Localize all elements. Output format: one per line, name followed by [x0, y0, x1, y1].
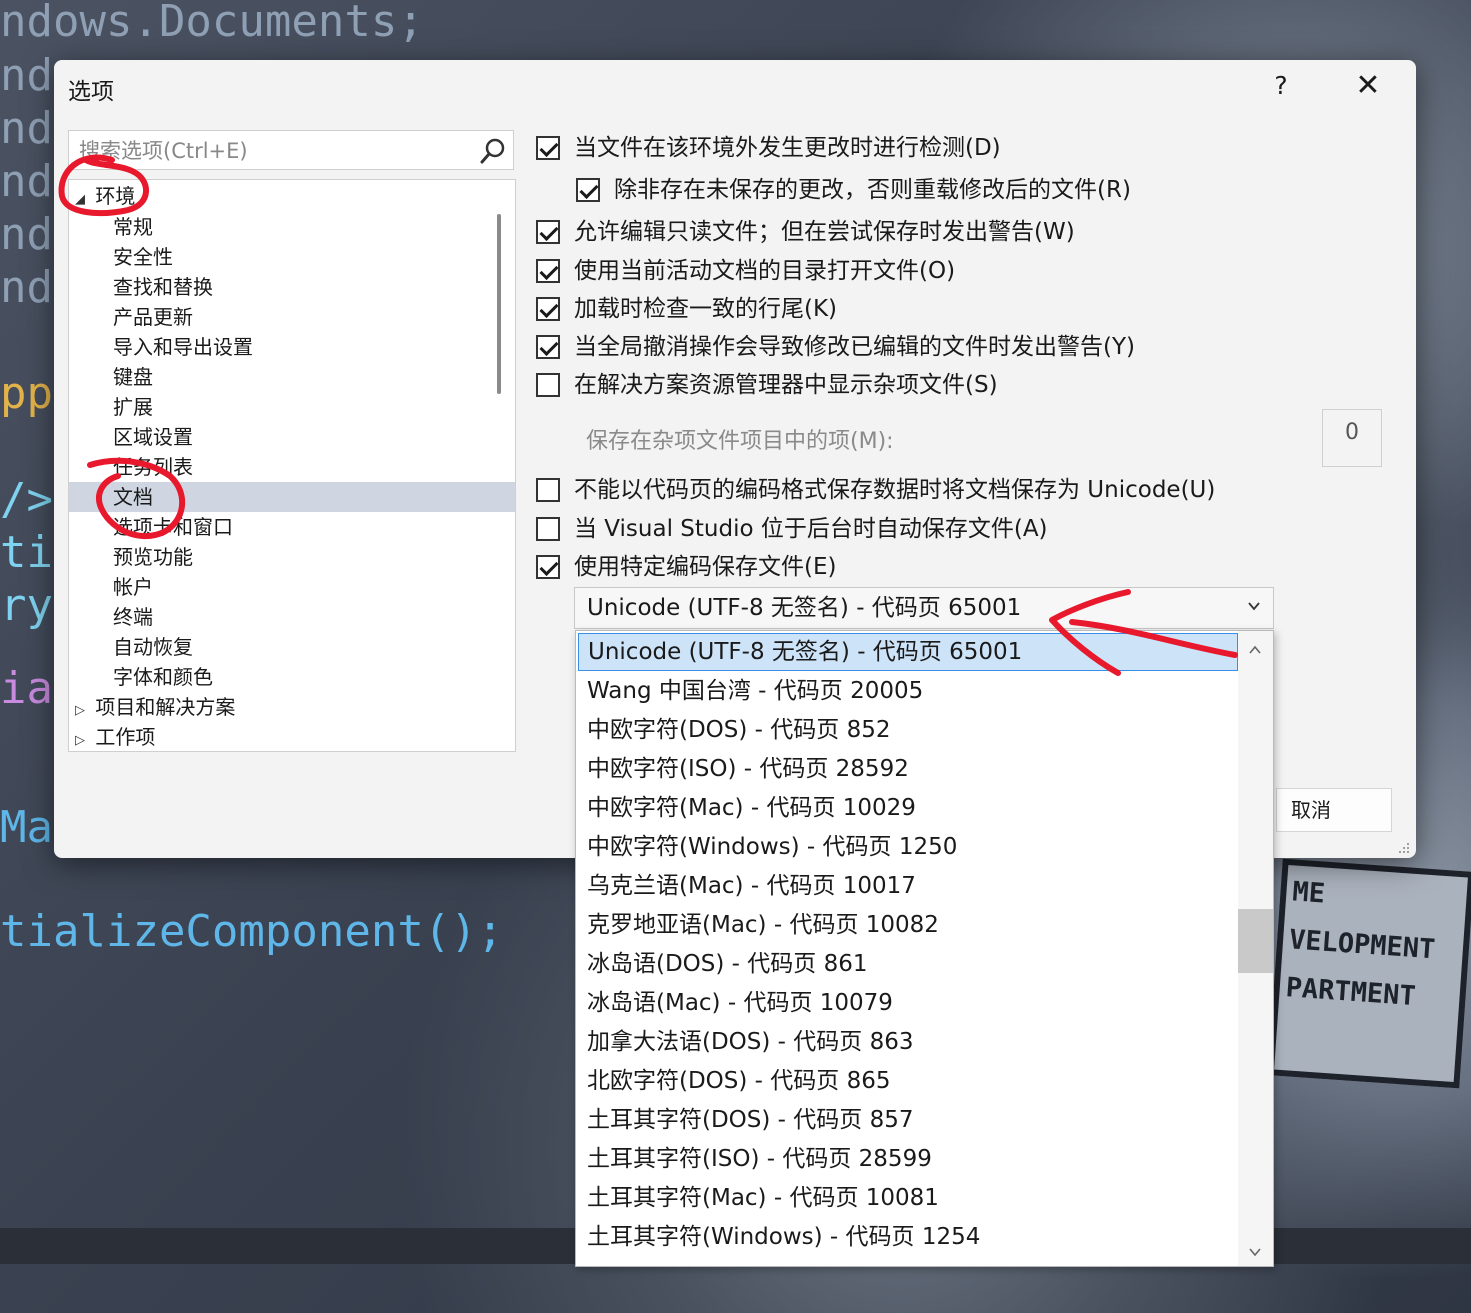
- collapse-icon[interactable]: ◢: [75, 185, 89, 215]
- tree-item[interactable]: 任务列表: [69, 452, 515, 482]
- search-input[interactable]: [69, 131, 481, 171]
- close-button[interactable]: ✕: [1350, 66, 1386, 106]
- checkbox[interactable]: [536, 220, 560, 244]
- option-label: 在解决方案资源管理器中显示杂项文件(S): [574, 372, 998, 398]
- dropdown-scrollbar[interactable]: [1238, 631, 1273, 1266]
- option-label: 除非存在未保存的更改，否则重载修改后的文件(R): [614, 177, 1131, 203]
- tree-item[interactable]: 键盘: [69, 362, 515, 392]
- encoding-option[interactable]: 乌克兰语(Mac) - 代码页 10017: [578, 867, 1238, 905]
- tree-item[interactable]: 查找和替换: [69, 272, 515, 302]
- dialog-title: 选项: [68, 79, 114, 105]
- tree-node-label: 工作项: [95, 725, 156, 749]
- tree-item[interactable]: 预览功能: [69, 542, 515, 572]
- encoding-option[interactable]: 冰岛语(DOS) - 代码页 861: [578, 945, 1238, 983]
- poster-text: PARTMENT: [1284, 972, 1417, 1013]
- tree-item[interactable]: 自动恢复: [69, 632, 515, 662]
- encoding-option[interactable]: 克罗地亚语(Mac) - 代码页 10082: [578, 906, 1238, 944]
- code-line: tializeComponent();: [0, 906, 504, 957]
- checkbox[interactable]: [536, 297, 560, 321]
- encoding-select[interactable]: Unicode (UTF-8 无签名) - 代码页 65001: [574, 587, 1274, 629]
- poster-text: VELOPMENT: [1288, 924, 1437, 966]
- checkbox[interactable]: [576, 178, 600, 202]
- chevron-down-icon[interactable]: [1248, 1245, 1262, 1259]
- option-label: 使用当前活动文档的目录打开文件(O): [574, 258, 956, 284]
- tree-item[interactable]: 区域设置: [69, 422, 515, 452]
- tree-item[interactable]: 安全性: [69, 242, 515, 272]
- scrollbar-thumb[interactable]: [1238, 909, 1273, 973]
- encoding-option[interactable]: 中欧字符(DOS) - 代码页 852: [578, 711, 1238, 749]
- options-tree: ◢ 环境 常规 安全性 查找和替换 产品更新 导入和导出设置 键盘 扩展 区域设…: [68, 179, 516, 752]
- option-label: 当文件在该环境外发生更改时进行检测(D): [574, 135, 1001, 161]
- checkbox[interactable]: [536, 478, 560, 502]
- checkbox[interactable]: [536, 136, 560, 160]
- tree-node-label: 环境: [95, 184, 136, 208]
- code-line: ndows.Documents;: [0, 0, 424, 47]
- encoding-option[interactable]: 中欧字符(Mac) - 代码页 10029: [578, 789, 1238, 827]
- tree-item[interactable]: 选项卡和窗口: [69, 512, 515, 542]
- tree-item[interactable]: 终端: [69, 602, 515, 632]
- encoding-option[interactable]: 加拿大法语(DOS) - 代码页 863: [578, 1023, 1238, 1061]
- chevron-up-icon[interactable]: [1248, 643, 1262, 657]
- chevron-down-icon[interactable]: [1247, 599, 1261, 613]
- encoding-option[interactable]: Wang 中国台湾 - 代码页 20005: [578, 672, 1238, 710]
- encoding-option[interactable]: 土耳其字符(DOS) - 代码页 857: [578, 1101, 1238, 1139]
- tree-node-work-items[interactable]: ▷ 工作项: [69, 722, 485, 751]
- code-line: />: [0, 474, 53, 525]
- checkbox[interactable]: [536, 335, 560, 359]
- tree-item[interactable]: 扩展: [69, 392, 515, 422]
- option-label: 不能以代码页的编码格式保存数据时将文档保存为 Unicode(U): [574, 477, 1216, 503]
- encoding-option[interactable]: 土耳其字符(Windows) - 代码页 1254: [578, 1218, 1238, 1256]
- tree-node-projects[interactable]: ▷ 项目和解决方案: [69, 692, 485, 722]
- encoding-option[interactable]: 土耳其字符(ISO) - 代码页 28599: [578, 1140, 1238, 1178]
- cancel-button[interactable]: 取消: [1276, 788, 1392, 832]
- tree-item[interactable]: 导入和导出设置: [69, 332, 515, 362]
- resize-grip-icon[interactable]: [1392, 836, 1412, 856]
- encoding-selected-value: Unicode (UTF-8 无签名) - 代码页 65001: [587, 595, 1022, 621]
- misc-items-label: 保存在杂项文件项目中的项(M):: [586, 429, 894, 454]
- option-label: 当 Visual Studio 位于后台时自动保存文件(A): [574, 516, 1048, 542]
- option-label: 使用特定编码保存文件(E): [574, 554, 837, 580]
- misc-items-count-input[interactable]: 0: [1322, 409, 1382, 467]
- search-box: [68, 130, 514, 171]
- option-label: 加载时检查一致的行尾(K): [574, 296, 838, 322]
- checkbox[interactable]: [536, 517, 560, 541]
- search-icon[interactable]: [479, 137, 507, 165]
- tree-item-documents-selected[interactable]: 文档: [69, 482, 515, 512]
- tree-item[interactable]: 字体和颜色: [69, 662, 515, 692]
- encoding-option[interactable]: 中欧字符(ISO) - 代码页 28592: [578, 750, 1238, 788]
- option-label: 允许编辑只读文件；但在尝试保存时发出警告(W): [574, 219, 1075, 245]
- expand-icon[interactable]: ▷: [75, 726, 89, 751]
- tree-item[interactable]: 产品更新: [69, 302, 515, 332]
- tree-item[interactable]: 帐户: [69, 572, 515, 602]
- option-label: 当全局撤消操作会导致修改已编辑的文件时发出警告(Y): [574, 334, 1135, 360]
- checkbox[interactable]: [536, 373, 560, 397]
- encoding-option[interactable]: 土耳其字符(Mac) - 代码页 10081: [578, 1179, 1238, 1217]
- tree-node-label: 项目和解决方案: [95, 695, 236, 719]
- encoding-option[interactable]: 北欧字符(DOS) - 代码页 865: [578, 1062, 1238, 1100]
- checkbox[interactable]: [536, 259, 560, 283]
- checkbox[interactable]: [536, 555, 560, 579]
- tree-node-environment[interactable]: ◢ 环境: [69, 181, 485, 211]
- help-button[interactable]: ?: [1266, 68, 1296, 104]
- encoding-option[interactable]: 中欧字符(Windows) - 代码页 1250: [578, 828, 1238, 866]
- code-line: pp: [0, 368, 53, 419]
- tree-scrollbar-thumb[interactable]: [497, 214, 501, 394]
- encoding-option[interactable]: 冰岛语(Mac) - 代码页 10079: [578, 984, 1238, 1022]
- encoding-dropdown-list: Unicode (UTF-8 无签名) - 代码页 65001 Wang 中国台…: [575, 630, 1274, 1267]
- poster-text: ME: [1291, 876, 1327, 910]
- encoding-option-selected[interactable]: Unicode (UTF-8 无签名) - 代码页 65001: [578, 633, 1238, 671]
- tree-item[interactable]: 常规: [69, 212, 515, 242]
- background-poster: ME VELOPMENT PARTMENT: [1267, 858, 1471, 1089]
